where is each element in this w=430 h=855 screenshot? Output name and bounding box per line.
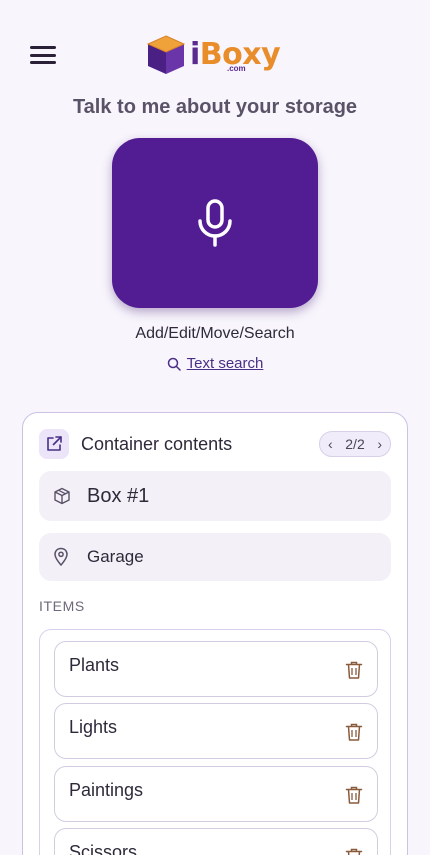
box-logo-icon [146,35,186,74]
container-contents-card: Container contents ‹ 2/2 › Box #1 Garage… [22,412,408,855]
item-name: Lights [69,717,118,737]
search-icon [167,357,181,371]
menu-bar [30,53,56,57]
item-name: Scissors [69,842,138,855]
menu-bar [30,61,56,64]
location-field[interactable]: Garage [39,533,391,581]
open-external-icon [47,436,62,451]
container-name: Box #1 [87,485,150,507]
chevron-right-icon[interactable]: › [377,436,382,452]
trash-icon[interactable] [345,847,363,855]
trash-icon[interactable] [345,785,363,805]
microphone-button[interactable] [112,138,318,308]
item-name: Plants [69,655,120,675]
voice-prompt-heading: Talk to me about your storage [72,96,358,118]
location-pin-icon [54,547,68,567]
item-row[interactable]: Paintings [54,766,378,822]
microphone-caption: Add/Edit/Move/Search [135,325,295,342]
menu-bar [30,46,56,49]
text-search-label[interactable]: Text search [187,354,264,374]
card-title: Container contents [81,434,233,454]
trash-icon[interactable] [345,660,363,680]
container-pager: ‹ 2/2 › [319,431,391,457]
chevron-left-icon[interactable]: ‹ [328,436,333,452]
iboxy-logo[interactable]: iBoxy .com [146,34,286,78]
pager-position: 2/2 [345,436,365,452]
text-search-link[interactable]: Text search [0,354,430,374]
microphone-icon [198,199,232,247]
card-header: Container contents ‹ 2/2 › [39,429,391,459]
location-name: Garage [87,547,144,566]
hamburger-menu-button[interactable] [30,44,56,66]
items-section-label: ITEMS [39,598,85,614]
open-external-button[interactable] [39,429,69,459]
logo-suffix: .com [227,64,246,73]
item-row[interactable]: Lights [54,703,378,759]
item-row[interactable]: Scissors [54,828,378,855]
container-name-field[interactable]: Box #1 [39,471,391,521]
box-icon [54,487,70,505]
item-name: Paintings [69,780,144,800]
item-row[interactable]: Plants [54,641,378,697]
items-list: Plants Lights Paintings Scissors [39,629,391,855]
trash-icon[interactable] [345,722,363,742]
